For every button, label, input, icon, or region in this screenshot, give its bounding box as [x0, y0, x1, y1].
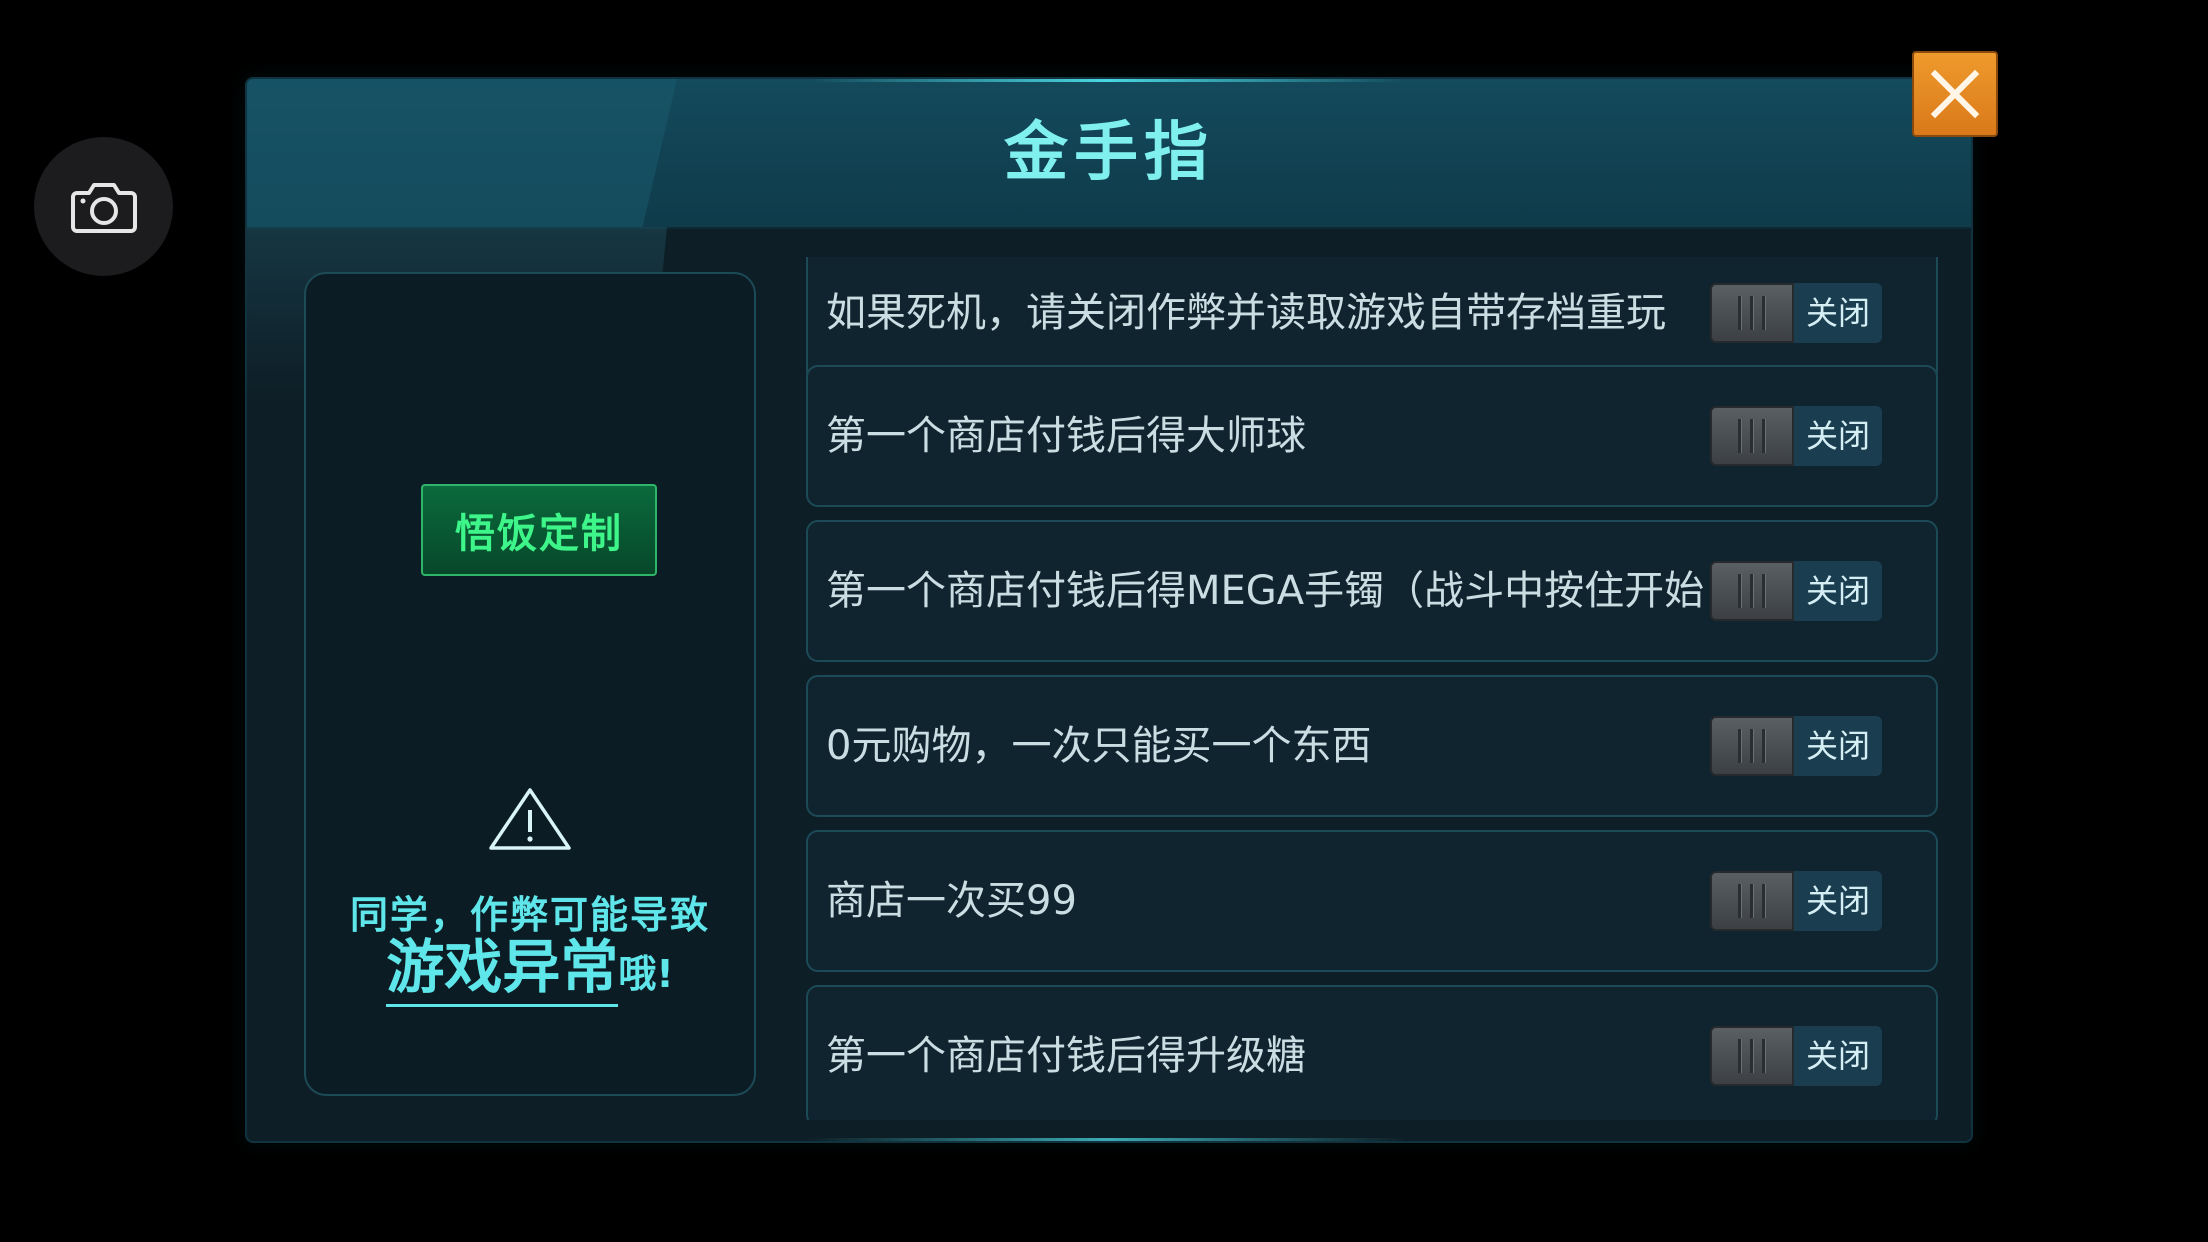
cheat-label: 第一个商店付钱后得大师球	[826, 413, 1306, 459]
camera-icon	[70, 182, 137, 233]
toggle-state-label: 关闭	[1794, 1026, 1882, 1086]
toggle-knob	[1710, 716, 1794, 776]
cheat-label: 0元购物，一次只能买一个东西	[826, 723, 1372, 769]
dialog-bottom-glow	[807, 1138, 1407, 1141]
cheat-toggle[interactable]: 关闭	[1710, 716, 1882, 776]
dialog-title: 金手指	[1004, 116, 1214, 190]
left-panel: 悟饭定制 同学，作弊可能导致 游戏异常哦!	[304, 272, 756, 1096]
toggle-knob	[1710, 871, 1794, 931]
warning-text-line2: 游戏异常哦!	[306, 932, 754, 1007]
cheat-toggle[interactable]: 关闭	[1710, 871, 1882, 931]
warning-text-line1: 同学，作弊可能导致	[349, 893, 710, 937]
cheat-label: 第一个商店付钱后得升级糖	[826, 1033, 1306, 1079]
screen: 金手指 悟饭定制 同学，作弊可能导致 游戏异常哦! 如果死机，请关闭作弊并读取游…	[0, 0, 2208, 1242]
cheat-list[interactable]: 如果死机，请关闭作弊并读取游戏自带存档重玩 关闭 第一个商店付钱后得大师球 关闭…	[806, 257, 1940, 1120]
toggle-state-label: 关闭	[1794, 406, 1882, 466]
cheat-row: 第一个商店付钱后得MEGA手镯（战斗中按住开始 关闭	[806, 520, 1938, 662]
cheat-label: 如果死机，请关闭作弊并读取游戏自带存档重玩	[826, 290, 1666, 336]
cheat-toggle[interactable]: 关闭	[1710, 561, 1882, 621]
cheat-toggle[interactable]: 关闭	[1710, 1026, 1882, 1086]
toggle-state-label: 关闭	[1794, 871, 1882, 931]
warning-icon	[489, 788, 571, 850]
cheat-toggle[interactable]: 关闭	[1710, 283, 1882, 343]
cheat-row: 第一个商店付钱后得大师球 关闭	[806, 365, 1938, 507]
camera-button[interactable]	[34, 137, 173, 276]
toggle-state-label: 关闭	[1794, 283, 1882, 343]
toggle-knob	[1710, 1026, 1794, 1086]
toggle-knob	[1710, 561, 1794, 621]
cheat-label: 第一个商店付钱后得MEGA手镯（战斗中按住开始	[826, 568, 1705, 614]
cheat-row: 第一个商店付钱后得升级糖 关闭	[806, 985, 1938, 1120]
toggle-state-label: 关闭	[1794, 561, 1882, 621]
close-icon	[1930, 69, 1980, 119]
cheat-row: 商店一次买99 关闭	[806, 830, 1938, 972]
warning-emphasis: 游戏异常	[386, 932, 619, 1007]
toggle-knob	[1710, 406, 1794, 466]
toggle-state-label: 关闭	[1794, 716, 1882, 776]
cheat-toggle[interactable]: 关闭	[1710, 406, 1882, 466]
close-button[interactable]	[1912, 51, 1998, 137]
cheat-row: 0元购物，一次只能买一个东西 关闭	[806, 675, 1938, 817]
warning-suffix: 哦!	[618, 952, 674, 996]
cheat-label: 商店一次买99	[826, 878, 1077, 924]
custom-button[interactable]: 悟饭定制	[421, 484, 657, 576]
toggle-knob	[1710, 283, 1794, 343]
